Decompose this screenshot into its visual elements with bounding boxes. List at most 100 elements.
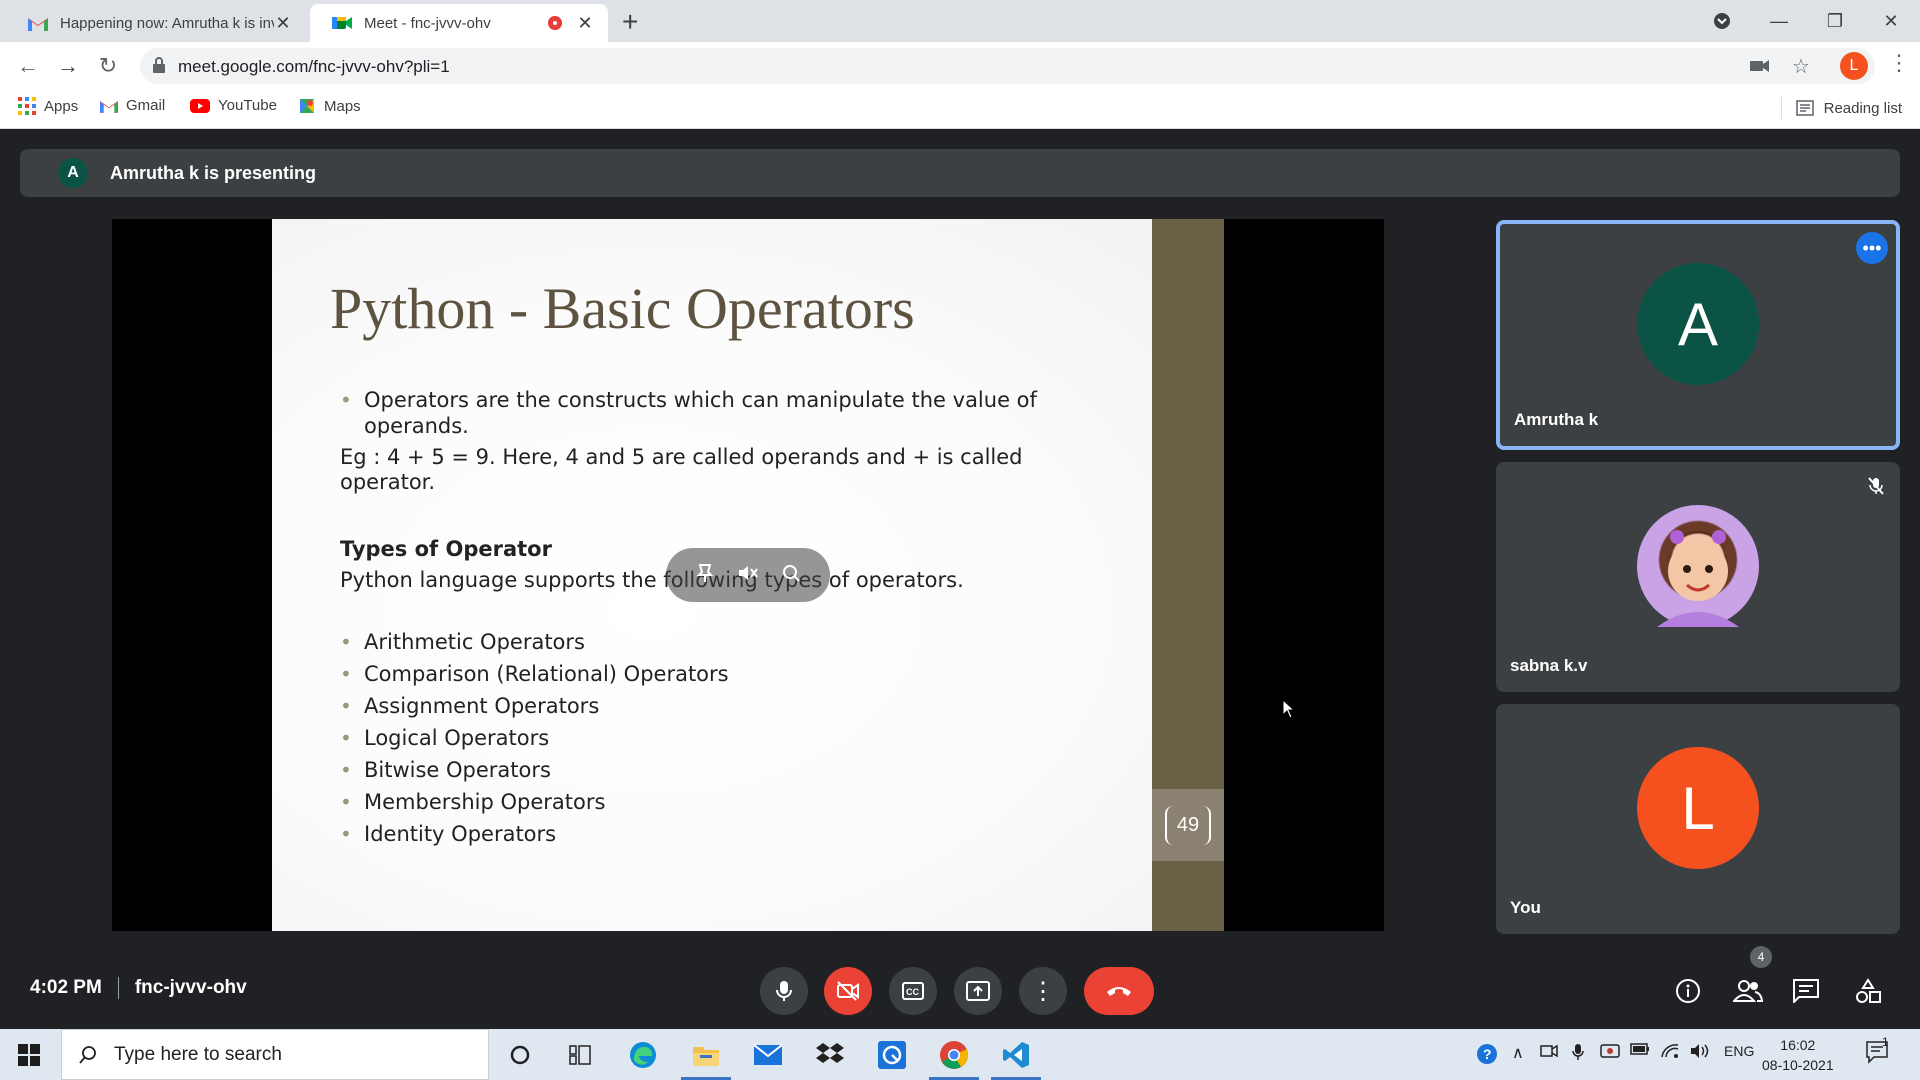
camera-off-button[interactable] — [824, 967, 872, 1015]
slide-text: operator. — [340, 470, 436, 494]
dropbox-icon[interactable] — [801, 1029, 859, 1080]
windows-start-icon[interactable] — [18, 1044, 40, 1071]
tab-title: Happening now: Amrutha k is inv — [60, 14, 274, 32]
more-options-button[interactable]: ⋮ — [1019, 967, 1067, 1015]
help-icon[interactable]: ? — [1476, 1043, 1498, 1065]
search-placeholder: Type here to search — [114, 1043, 282, 1065]
taskbar-search-box[interactable]: Type here to search — [61, 1029, 489, 1080]
microphone-tray-icon[interactable] — [1572, 1043, 1584, 1061]
bookmark-gmail[interactable]: Gmail — [100, 97, 165, 114]
participants-icon[interactable] — [1728, 971, 1768, 1011]
participant-name: sabna k.v — [1510, 656, 1588, 675]
task-view-icon[interactable] — [551, 1029, 609, 1080]
participant-tile-you[interactable]: L You — [1496, 704, 1900, 934]
slide-text: Python language supports the following t… — [340, 568, 964, 592]
mic-muted-icon — [1866, 476, 1886, 501]
presenter-avatar: A — [58, 158, 88, 188]
present-now-button[interactable] — [954, 967, 1002, 1015]
chrome-menu-icon[interactable]: ⋮ — [1888, 50, 1910, 76]
microphone-button[interactable] — [760, 967, 808, 1015]
slide-number: 49 — [1164, 805, 1212, 845]
pin-icon[interactable] — [695, 563, 715, 588]
presenting-text: Amrutha k is presenting — [110, 162, 317, 183]
search-icon — [78, 1045, 98, 1065]
close-tab-icon[interactable]: ✕ — [274, 13, 292, 34]
restore-icon[interactable]: ❐ — [1812, 0, 1858, 42]
language-indicator[interactable]: ENG — [1724, 1043, 1754, 1059]
zoom-icon[interactable] — [781, 563, 801, 588]
operator-item: Comparison (Relational) Operators — [340, 661, 729, 687]
reload-icon[interactable]: ↻ — [92, 50, 124, 82]
chrome-icon[interactable] — [925, 1029, 983, 1080]
tab-gmail[interactable]: Happening now: Amrutha k is inv ✕ — [6, 4, 306, 42]
recording-icon — [548, 16, 562, 30]
mute-presentation-icon[interactable] — [737, 563, 759, 588]
operator-label: Logical Operators — [364, 726, 550, 750]
app-icon-blue[interactable] — [863, 1029, 921, 1080]
activities-icon[interactable] — [1848, 971, 1888, 1011]
taskbar-clock[interactable]: 16:02 08-10-2021 — [1762, 1035, 1834, 1075]
chat-icon[interactable] — [1786, 971, 1826, 1011]
participant-name: You — [1510, 898, 1541, 917]
tab-strip: Happening now: Amrutha k is inv ✕ Meet -… — [0, 0, 1920, 42]
cortana-icon[interactable] — [491, 1029, 549, 1080]
leave-call-button[interactable] — [1084, 967, 1154, 1015]
bookmark-label: Maps — [324, 97, 361, 115]
minimize-icon[interactable]: — — [1756, 0, 1802, 42]
participant-tile-sabna[interactable]: sabna k.v — [1496, 462, 1900, 692]
vscode-icon[interactable] — [987, 1029, 1045, 1080]
close-tab-icon[interactable]: ✕ — [576, 13, 594, 34]
close-window-icon[interactable]: ✕ — [1868, 0, 1914, 42]
meeting-info: 4:02 PM fnc-jvvv-ohv — [30, 977, 247, 999]
slide-text: Operators are the constructs which can m… — [364, 388, 1037, 412]
new-tab-button[interactable]: + — [622, 6, 638, 38]
volume-icon[interactable] — [1690, 1043, 1710, 1059]
svg-text:?: ? — [1483, 1046, 1492, 1062]
participant-count-badge: 4 — [1750, 946, 1772, 968]
operator-item: Logical Operators — [340, 725, 549, 751]
bookmark-youtube[interactable]: YouTube — [190, 97, 277, 114]
participant-tile-amrutha[interactable]: ••• A Amrutha k — [1496, 220, 1900, 450]
captions-button[interactable]: CC — [889, 967, 937, 1015]
bookmark-maps[interactable]: Maps — [298, 97, 361, 115]
more-options-icon[interactable]: ••• — [1856, 232, 1888, 264]
file-explorer-icon[interactable] — [677, 1029, 735, 1080]
bookmarks-bar: Apps Gmail YouTube Maps Reading list — [0, 89, 1920, 129]
url-text: meet.google.com/fnc-jvvv-ohv?pli=1 — [178, 57, 450, 76]
presentation-controls-overlay[interactable] — [666, 548, 830, 602]
slide-heading: Types of Operator — [340, 537, 552, 561]
browser-toolbar: ← → ↻ meet.google.com/fnc-jvvv-ohv?pli=1… — [0, 42, 1920, 89]
meet-now-icon[interactable] — [1540, 1043, 1558, 1059]
address-bar[interactable]: meet.google.com/fnc-jvvv-ohv?pli=1 ☆ — [140, 48, 1875, 84]
mail-icon[interactable] — [739, 1029, 797, 1080]
meet-controls-bar: 4:02 PM fnc-jvvv-ohv CC ⋮ — [0, 951, 1920, 1029]
slide-text: operands. — [364, 414, 469, 438]
back-icon[interactable]: ← — [12, 50, 44, 82]
operator-item: Bitwise Operators — [340, 757, 551, 783]
bookmark-label: Gmail — [126, 97, 166, 114]
camera-in-use-icon[interactable] — [1748, 54, 1772, 78]
camera-tray-icon[interactable] — [1600, 1043, 1620, 1059]
bookmark-label: YouTube — [218, 97, 277, 114]
profile-avatar[interactable]: L — [1840, 52, 1868, 80]
reading-list-label: Reading list — [1823, 99, 1902, 117]
mouse-cursor-icon — [1282, 698, 1296, 724]
meeting-details-icon[interactable] — [1668, 971, 1708, 1011]
tab-search-icon[interactable] — [1704, 0, 1740, 42]
battery-icon[interactable] — [1630, 1043, 1650, 1055]
wifi-icon[interactable] — [1660, 1043, 1680, 1059]
bookmark-apps[interactable]: Apps — [18, 97, 78, 115]
slide-text: Eg : 4 + 5 = 9. Here, 4 and 5 are called… — [340, 445, 1023, 469]
lock-icon[interactable] — [152, 56, 166, 79]
slide-number-box: 49 — [1152, 789, 1224, 861]
notifications-icon[interactable]: 1 — [1866, 1035, 1892, 1065]
tab-meet[interactable]: Meet - fnc-jvvv-ohv ✕ — [310, 4, 608, 42]
participant-photo-avatar — [1637, 505, 1759, 627]
edge-icon[interactable] — [614, 1029, 672, 1080]
show-hidden-icons[interactable]: ∧ — [1512, 1043, 1524, 1063]
bookmark-star-icon[interactable]: ☆ — [1789, 54, 1813, 78]
forward-icon[interactable]: → — [52, 50, 84, 82]
reading-list-button[interactable]: Reading list — [1780, 97, 1902, 119]
divider — [1780, 97, 1782, 119]
bookmark-label: Apps — [44, 97, 79, 115]
